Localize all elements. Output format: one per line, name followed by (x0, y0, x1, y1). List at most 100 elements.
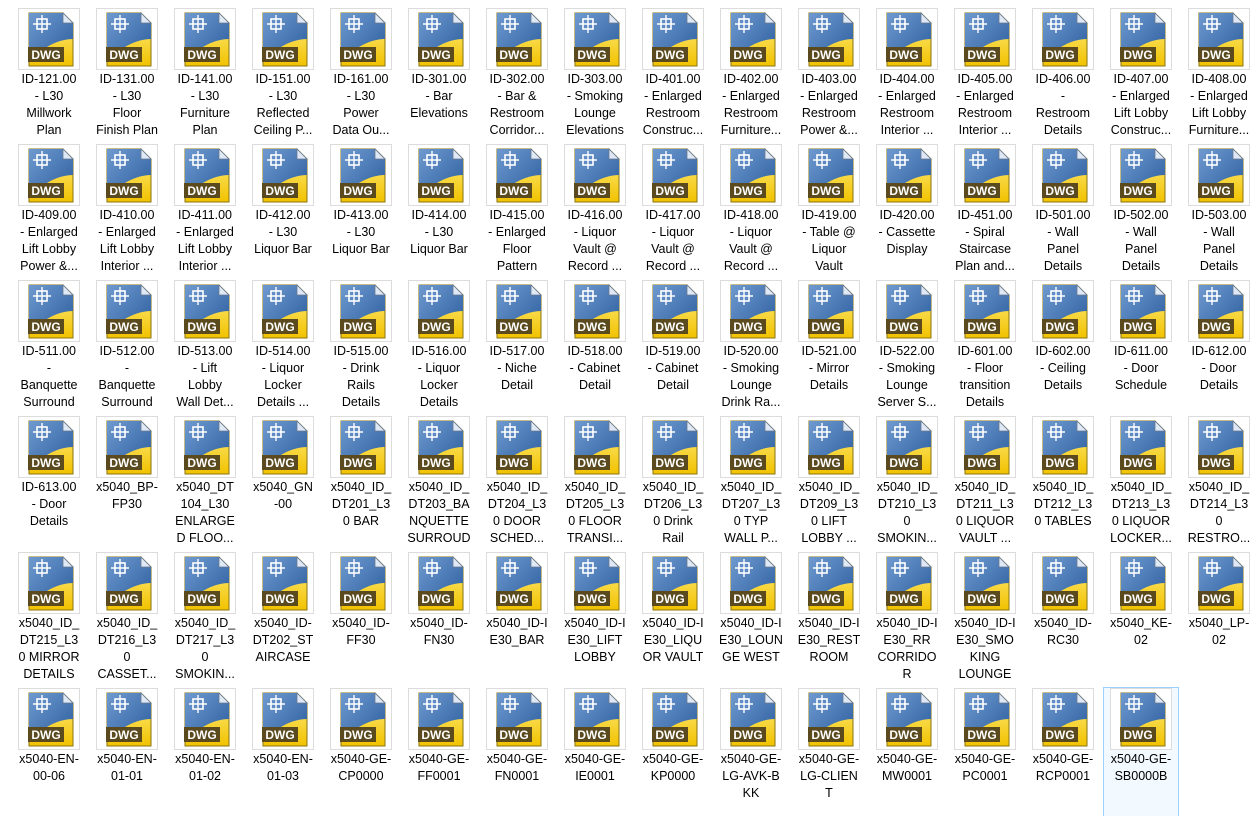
file-item[interactable]: DWG x5040_ID- DT202_ST AIRCASE (246, 552, 320, 680)
file-item[interactable]: DWG x5040_ID_ DT205_L3 0 FLOOR TRANSI... (558, 416, 632, 545)
file-item[interactable]: DWG x5040_ID-I E30_REST ROOM (792, 552, 866, 680)
file-item[interactable]: DWG ID-413.00 - L30 Liquor Bar (324, 144, 398, 272)
file-item[interactable]: DWG x5040_ID_ DT211_L3 0 LIQUOR VAULT ..… (948, 416, 1022, 545)
file-item[interactable]: DWG x5040-GE- FN0001 (480, 688, 554, 816)
file-item[interactable]: DWG ID-513.00 - Lift Lobby Wall Det... (168, 280, 242, 409)
dwg-file-icon: DWG (106, 420, 152, 475)
file-item[interactable]: DWG x5040_BP- FP30 (90, 416, 164, 544)
file-item[interactable]: DWG x5040_ID- FN30 (402, 552, 476, 680)
file-item[interactable]: DWG ID-121.00 - L30 Millwork Plan (12, 8, 86, 137)
file-item[interactable]: DWG ID-409.00 - Enlarged Lift Lobby Powe… (12, 144, 86, 273)
file-item[interactable]: DWG x5040-GE- PC0001 (948, 688, 1022, 816)
file-item[interactable]: DWG ID-405.00 - Enlarged Restroom Interi… (948, 8, 1022, 137)
file-item[interactable]: DWG ID-401.00 - Enlarged Restroom Constr… (636, 8, 710, 137)
file-item[interactable]: DWG ID-408.00 - Enlarged Lift Lobby Furn… (1182, 8, 1256, 137)
file-item[interactable]: DWG ID-601.00 - Floor transition Details (948, 280, 1022, 409)
file-item[interactable]: DWG ID-403.00 - Enlarged Restroom Power … (792, 8, 866, 137)
file-item[interactable]: DWG x5040_ID_ DT201_L3 0 BAR (324, 416, 398, 544)
file-item[interactable]: DWG ID-519.00 - Cabinet Detail (636, 280, 710, 408)
file-item[interactable]: DWG x5040-GE- LG-CLIEN T (792, 688, 866, 816)
file-item[interactable]: DWG x5040_ID_ DT214_L3 0 RESTRO... (1182, 416, 1256, 545)
file-item[interactable]: DWG ID-502.00 - Wall Panel Details (1104, 144, 1178, 273)
file-item[interactable]: DWG x5040-GE- LG-AVK-B KK (714, 688, 788, 816)
file-item[interactable]: DWG x5040-GE- KP0000 (636, 688, 710, 816)
file-item[interactable]: DWG ID-512.00 - Banquette Surround (90, 280, 164, 409)
file-item[interactable]: DWG ID-419.00 - Table @ Liquor Vault (792, 144, 866, 273)
file-item[interactable]: DWG x5040_ID-I E30_LOUN GE WEST (714, 552, 788, 680)
file-item[interactable]: DWG x5040_ID_ DT204_L3 0 DOOR SCHED... (480, 416, 554, 545)
file-item[interactable]: DWG x5040-GE- MW0001 (870, 688, 944, 816)
file-item[interactable]: DWG ID-151.00 - L30 Reflected Ceiling P.… (246, 8, 320, 137)
file-item[interactable]: DWG ID-406.00 - Restroom Details (1026, 8, 1100, 137)
file-item[interactable]: DWG ID-414.00 - L30 Liquor Bar (402, 144, 476, 272)
file-item[interactable]: DWG x5040_KE- 02 (1104, 552, 1178, 680)
file-item[interactable]: DWG x5040_ID_ DT206_L3 0 Drink Rail (636, 416, 710, 545)
file-item[interactable]: DWG x5040_LP- 02 (1182, 552, 1256, 680)
file-item[interactable]: DWG x5040-EN- 00-06 (12, 688, 86, 816)
file-item[interactable]: DWG ID-416.00 - Liquor Vault @ Record ..… (558, 144, 632, 273)
file-item[interactable]: DWG x5040_ID_ DT212_L3 0 TABLES (1026, 416, 1100, 544)
file-item[interactable]: DWG ID-420.00 - Cassette Display (870, 144, 944, 272)
svg-text:DWG: DWG (889, 320, 918, 334)
file-item[interactable]: DWG x5040_ID-I E30_RR CORRIDO R (870, 552, 944, 681)
file-item[interactable]: DWG ID-415.00 - Enlarged Floor Pattern (480, 144, 554, 273)
file-item[interactable]: DWG ID-611.00 - Door Schedule (1104, 280, 1178, 408)
dwg-file-icon: DWG (106, 692, 152, 747)
file-item[interactable]: DWG ID-518.00 - Cabinet Detail (558, 280, 632, 408)
file-item[interactable]: DWG x5040_ID- RC30 (1026, 552, 1100, 680)
file-item[interactable]: DWG x5040_ID_ DT207_L3 0 TYP WALL P... (714, 416, 788, 545)
file-item[interactable]: DWG x5040_ID-I E30_LIQU OR VAULT (636, 552, 710, 680)
file-item[interactable]: DWG ID-141.00 - L30 Furniture Plan (168, 8, 242, 137)
file-item[interactable]: DWG ID-522.00 - Smoking Lounge Server S.… (870, 280, 944, 409)
file-item[interactable]: DWG ID-602.00 - Ceiling Details (1026, 280, 1100, 408)
file-item[interactable]: DWG x5040_ID_ DT213_L3 0 LIQUOR LOCKER..… (1104, 416, 1178, 545)
file-item[interactable]: DWG ID-516.00 - Liquor Locker Details (402, 280, 476, 409)
file-item[interactable]: DWG ID-410.00 - Enlarged Lift Lobby Inte… (90, 144, 164, 273)
file-item[interactable]: DWG x5040_ID_ DT217_L3 0 SMOKIN... (168, 552, 242, 681)
file-item[interactable]: DWG x5040_ID-I E30_BAR (480, 552, 554, 680)
file-item[interactable]: DWG ID-402.00 - Enlarged Restroom Furnit… (714, 8, 788, 137)
file-item[interactable]: DWG x5040-GE- FF0001 (402, 688, 476, 816)
dwg-file-icon: DWG (652, 284, 698, 339)
file-item[interactable]: DWG ID-517.00 - Niche Detail (480, 280, 554, 408)
file-item[interactable]: DWG ID-521.00 - Mirror Details (792, 280, 866, 408)
file-item[interactable]: DWG ID-404.00 - Enlarged Restroom Interi… (870, 8, 944, 137)
file-item[interactable]: DWG ID-412.00 - L30 Liquor Bar (246, 144, 320, 272)
file-item[interactable]: DWG ID-411.00 - Enlarged Lift Lobby Inte… (168, 144, 242, 273)
file-item[interactable]: DWG x5040_ID-I E30_SMO KING LOUNGE (948, 552, 1022, 681)
file-item[interactable]: DWG ID-514.00 - Liquor Locker Details ..… (246, 280, 320, 409)
file-item[interactable]: DWG ID-613.00 - Door Details (12, 416, 86, 544)
file-item[interactable]: DWG ID-612.00 - Door Details (1182, 280, 1256, 408)
dwg-file-icon: DWG (1042, 692, 1088, 747)
file-item[interactable]: DWG x5040-EN- 01-01 (90, 688, 164, 816)
file-item[interactable]: DWG x5040_GN -00 (246, 416, 320, 544)
file-item[interactable]: DWG x5040_ID_ DT203_BA NQUETTE SURROUD (402, 416, 476, 545)
file-item[interactable]: DWG ID-161.00 - L30 Power Data Ou... (324, 8, 398, 137)
file-item[interactable]: DWG x5040-GE- CP0000 (324, 688, 398, 816)
file-item[interactable]: DWG x5040-GE- IE0001 (558, 688, 632, 816)
file-item[interactable]: DWG ID-303.00 - Smoking Lounge Elevation… (558, 8, 632, 137)
file-item[interactable]: DWG x5040_DT 104_L30 ENLARGE D FLOO... (168, 416, 242, 545)
file-item[interactable]: DWG x5040-EN- 01-03 (246, 688, 320, 816)
file-item[interactable]: DWG x5040_ID- FF30 (324, 552, 398, 680)
file-item[interactable]: DWG x5040_ID_ DT215_L3 0 MIRROR DETAILS (12, 552, 86, 681)
file-item[interactable]: DWG ID-407.00 - Enlarged Lift Lobby Cons… (1104, 8, 1178, 137)
file-item[interactable]: DWG ID-451.00 - Spiral Staircase Plan an… (948, 144, 1022, 273)
file-item[interactable]: DWG ID-520.00 - Smoking Lounge Drink Ra.… (714, 280, 788, 409)
file-item[interactable]: DWG x5040-GE- SB0000B (1103, 687, 1179, 816)
file-item[interactable]: DWG x5040_ID_ DT209_L3 0 LIFT LOBBY ... (792, 416, 866, 545)
file-item[interactable]: DWG ID-302.00 - Bar & Restroom Corridor.… (480, 8, 554, 137)
file-item[interactable]: DWG ID-418.00 - Liquor Vault @ Record ..… (714, 144, 788, 273)
file-item[interactable]: DWG ID-503.00 - Wall Panel Details (1182, 144, 1256, 273)
file-item[interactable]: DWG ID-515.00 - Drink Rails Details (324, 280, 398, 409)
file-item[interactable]: DWG x5040-EN- 01-02 (168, 688, 242, 816)
file-item[interactable]: DWG x5040-GE- RCP0001 (1026, 688, 1100, 816)
file-item[interactable]: DWG x5040_ID_ DT210_L3 0 SMOKIN... (870, 416, 944, 545)
file-item[interactable]: DWG ID-131.00 - L30 Floor Finish Plan (90, 8, 164, 137)
file-item[interactable]: DWG ID-511.00 - Banquette Surround (12, 280, 86, 409)
file-item[interactable]: DWG ID-417.00 - Liquor Vault @ Record ..… (636, 144, 710, 273)
file-item[interactable]: DWG x5040_ID-I E30_LIFT LOBBY (558, 552, 632, 680)
file-item[interactable]: DWG x5040_ID_ DT216_L3 0 CASSET... (90, 552, 164, 681)
file-item[interactable]: DWG ID-501.00 - Wall Panel Details (1026, 144, 1100, 273)
file-item[interactable]: DWG ID-301.00 - Bar Elevations (402, 8, 476, 136)
